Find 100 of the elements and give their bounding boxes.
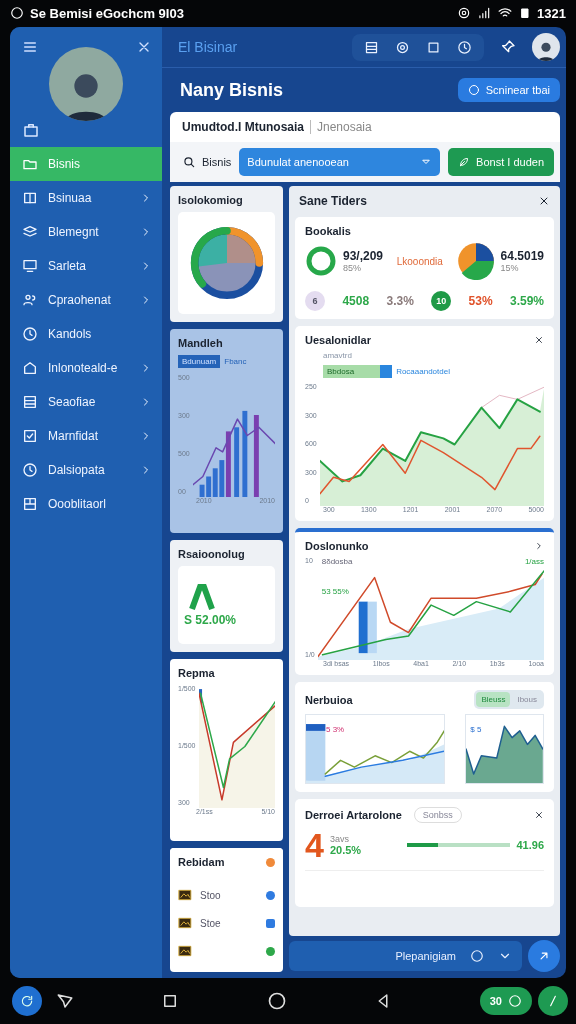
- ring-chart-drawing: [305, 245, 337, 277]
- list-item-label: Stoe: [200, 917, 222, 929]
- status-title: Se Bemisi eGochcm 9I03: [30, 5, 184, 21]
- wifi-icon: [497, 6, 514, 20]
- card-title: Nerbuioa: [305, 693, 353, 706]
- dropdown[interactable]: Bdunulat anenooean: [239, 148, 441, 176]
- stat-value: 93/,209: [343, 249, 384, 263]
- signal-icon: [477, 6, 492, 20]
- briefcase-icon[interactable]: [22, 121, 40, 139]
- clock-icon: [22, 462, 38, 478]
- app-title: El Bisinar: [178, 39, 239, 55]
- house-icon: [22, 360, 38, 376]
- stat-value: 53%: [468, 294, 493, 308]
- card-title: Bookalis: [305, 225, 351, 237]
- circle-icon: [467, 84, 480, 96]
- sidebar-item[interactable]: Cpraohenat: [10, 283, 162, 317]
- list-icon: [22, 394, 38, 410]
- circle-icon: [508, 994, 522, 1008]
- card-title: Repma: [178, 667, 216, 679]
- status-pill[interactable]: 30: [479, 987, 532, 1015]
- legend-item: Bdunuam: [178, 355, 221, 368]
- thumbnail-icon: [178, 916, 192, 930]
- edit-button[interactable]: [538, 986, 568, 1016]
- stat-sublabel: 15%: [500, 263, 520, 273]
- chevron-icon[interactable]: [534, 541, 544, 551]
- target-icon[interactable]: [395, 39, 410, 55]
- search-icon: [182, 155, 196, 169]
- close-icon[interactable]: [534, 810, 544, 820]
- sidebar-item[interactable]: Blemegnt: [10, 215, 162, 249]
- card-title: Doslonunko: [305, 540, 369, 552]
- card-title: Mandleh: [178, 337, 224, 349]
- alarm-icon: [457, 6, 472, 20]
- avatar[interactable]: [532, 33, 560, 61]
- data-label: 5 3%: [326, 725, 345, 734]
- list-icon[interactable]: [364, 39, 379, 55]
- clock-icon[interactable]: [457, 39, 472, 55]
- bottom-bar-label: Plepanigiam: [395, 950, 456, 962]
- progress-reading: 41.96: [516, 839, 544, 851]
- thumbnail-icon: [178, 944, 192, 958]
- clock-time: 1321: [537, 5, 566, 21]
- pie-chart-drawing: [456, 242, 495, 280]
- header-button[interactable]: Scninear tbai: [457, 78, 560, 102]
- sidebar-item[interactable]: Sarleta: [10, 249, 162, 283]
- sidebar-item[interactable]: Marnfidat: [10, 419, 162, 453]
- stat-value: 64.5019: [500, 249, 544, 263]
- data-label: 1/ass: [524, 557, 544, 566]
- card-title: Isolokomiog: [178, 194, 244, 206]
- circle-icon[interactable]: [470, 949, 484, 963]
- sidebar-item[interactable]: Inlonoteald-e: [10, 351, 162, 385]
- send-icon[interactable]: [56, 992, 74, 1010]
- people-icon: [22, 292, 38, 308]
- square-icon[interactable]: [426, 39, 441, 55]
- action-button[interactable]: [528, 940, 560, 972]
- stat-value: 4508: [342, 294, 370, 308]
- search-field[interactable]: Umudtod.I Mtunosaia Jnenosaia: [170, 112, 560, 142]
- filter-label[interactable]: Bisnis: [182, 155, 232, 169]
- home-icon[interactable]: [266, 991, 287, 1011]
- chart-caption: amavtrd: [322, 351, 353, 360]
- refresh-button[interactable]: [12, 986, 42, 1016]
- card-title: Rsaioonolug: [178, 548, 246, 560]
- sidebar-item[interactable]: Kandols: [10, 317, 162, 351]
- card-title: Derroei Artarolone: [305, 809, 402, 821]
- legend-item: Bbdosa: [323, 365, 393, 378]
- pin-icon[interactable]: [500, 39, 516, 55]
- toggle-option[interactable]: Ibous: [512, 692, 542, 707]
- checkbox-icon: [22, 428, 38, 444]
- sidebar-item[interactable]: Seaofiae: [10, 385, 162, 419]
- grid-icon: [22, 496, 38, 512]
- sidebar-item[interactable]: Bsinuaa: [10, 181, 162, 215]
- battery-icon: [519, 6, 532, 20]
- stat-value: 20.5%: [329, 844, 362, 856]
- data-label: $ 5: [470, 725, 482, 734]
- sidebar-item[interactable]: Oooblitaorl: [10, 487, 162, 521]
- page-title: Nany Bisnis: [180, 79, 285, 101]
- leaf-icon: [458, 156, 471, 168]
- toggle-option[interactable]: Bleuss: [476, 692, 511, 707]
- big-number: 4: [305, 828, 324, 862]
- clock-icon: [22, 326, 38, 342]
- bar: [358, 601, 368, 654]
- notification-icon: [10, 6, 24, 20]
- stat-sublabel: 85%: [343, 263, 362, 273]
- stat-label: Lkooondia: [395, 255, 444, 267]
- card-title: Rebidam: [178, 856, 226, 868]
- monitor-icon: [22, 258, 38, 274]
- legend-item: 8δdosba: [321, 557, 353, 566]
- card-title: Uesalonidlar: [305, 334, 372, 346]
- stat-value: 3.59%: [509, 294, 544, 308]
- list-item-label: Stoo: [200, 889, 222, 901]
- stat-value: S 52.00%: [184, 613, 237, 627]
- refresh-icon: [20, 994, 34, 1008]
- close-icon[interactable]: [538, 195, 550, 207]
- legend-item: Rocaaandotdel: [396, 366, 450, 378]
- badge: 10: [431, 291, 452, 311]
- legend-item: Fbanc: [224, 356, 247, 368]
- menu-icon[interactable]: [22, 39, 38, 55]
- sidebar-item[interactable]: Dalsiopata: [10, 453, 162, 487]
- legend-item: 53 55%: [321, 587, 349, 596]
- book-icon: [22, 190, 38, 206]
- close-icon[interactable]: [534, 335, 544, 345]
- filter-button[interactable]: Bonst I duden: [448, 148, 554, 176]
